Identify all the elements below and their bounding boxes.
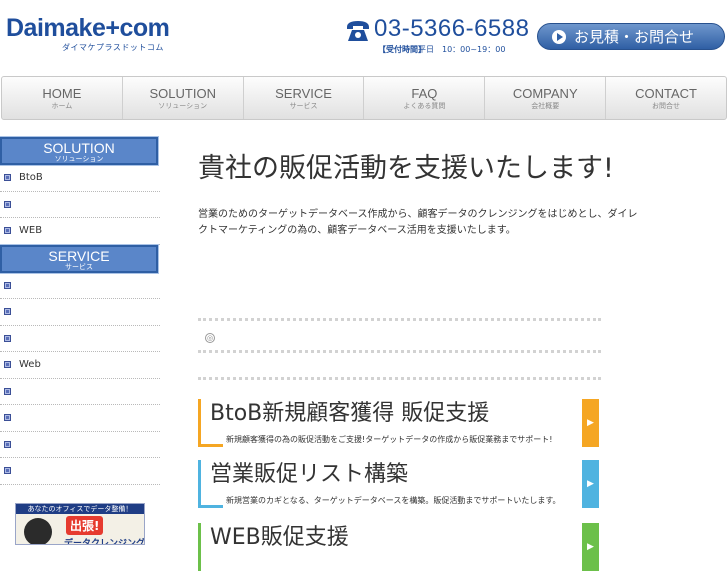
sidebar-item-service-2[interactable] bbox=[0, 299, 160, 326]
service-web[interactable]: WEB販促支援 ▶ bbox=[198, 523, 600, 571]
hours-value: 平日 10：00~19：00 bbox=[418, 45, 506, 54]
nav-faq-sublabel: よくある質問 bbox=[403, 102, 446, 110]
sidebar-service-heading-sublabel: サービス bbox=[65, 262, 93, 271]
nav-faq[interactable]: FAQ よくある質問 bbox=[364, 77, 486, 119]
site-logo[interactable]: Daimake+com ダイマケプラスドットコム bbox=[6, 14, 170, 52]
bullet-icon bbox=[4, 281, 11, 289]
bullet-icon bbox=[4, 308, 11, 316]
nav-service-label: SERVICE bbox=[275, 86, 332, 101]
sidebar-service-heading-label: SERVICE bbox=[48, 247, 110, 264]
nav-faq-label: FAQ bbox=[411, 86, 438, 101]
service-description: 新規営業のカギとなる、ターゲットデータベースを構築。販促活動までサポートいたしま… bbox=[226, 496, 561, 505]
sidebar-item-solution-2[interactable] bbox=[0, 192, 160, 218]
sidebar-item-service-web[interactable]: Web bbox=[0, 352, 160, 379]
page-title: 貴社の販促活動を支援いたします! bbox=[198, 153, 614, 184]
nav-service[interactable]: SERVICE サービス bbox=[244, 77, 365, 119]
bullet-icon bbox=[4, 440, 11, 448]
sidebar-item-service-7[interactable] bbox=[0, 432, 160, 458]
nav-home-sublabel: ホーム bbox=[51, 102, 73, 110]
sidebar-item-btob[interactable]: BtoB bbox=[0, 165, 160, 192]
divider bbox=[198, 377, 601, 380]
service-description: 新規顧客獲得の為の販促活動をご支援!ターゲットデータの作成から販促業務までサポー… bbox=[226, 435, 553, 444]
service-btob[interactable]: BtoB新規顧客獲得 販促支援 新規顧客獲得の為の販促活動をご支援!ターゲットデ… bbox=[198, 399, 600, 447]
phone-icon bbox=[347, 21, 369, 41]
service-title: 営業販促リスト構築 bbox=[210, 462, 409, 487]
play-icon bbox=[552, 29, 566, 44]
sidebar-item-service-8[interactable] bbox=[0, 458, 160, 485]
banner-subtext: データクレンジング bbox=[64, 539, 145, 545]
service-sales-list[interactable]: 営業販促リスト構築 新規営業のカギとなる、ターゲットデータベースを構築。販促活動… bbox=[198, 460, 600, 508]
sidebar-solution-heading-label: SOLUTION bbox=[43, 140, 115, 156]
service-accent-bar bbox=[198, 460, 201, 508]
divider bbox=[198, 318, 601, 321]
sidebar-service-heading[interactable]: SERVICE サービス bbox=[0, 243, 159, 274]
nav-company[interactable]: COMPANY 会社概要 bbox=[485, 77, 607, 119]
sidebar-item-service-5[interactable] bbox=[0, 379, 160, 405]
nav-contact[interactable]: CONTACT お問合せ bbox=[606, 77, 726, 119]
global-nav: HOME ホーム SOLUTION ソリューション SERVICE サービス F… bbox=[1, 76, 727, 120]
nav-company-sublabel: 会社概要 bbox=[531, 102, 560, 110]
sidebar-item-web[interactable]: WEB bbox=[0, 218, 160, 245]
bullet-icon bbox=[4, 334, 11, 342]
bullet-icon bbox=[4, 200, 11, 208]
bullet-icon bbox=[4, 414, 11, 422]
divider bbox=[198, 350, 601, 353]
sidebar-item-label: WEB bbox=[19, 225, 43, 237]
sidebar-item-label: Web bbox=[19, 359, 41, 371]
bullet-icon bbox=[4, 467, 11, 475]
banner-top-text: あなたのオフィスでデータ整備！ bbox=[16, 504, 144, 514]
nav-solution-label: SOLUTION bbox=[149, 86, 216, 101]
person-icon bbox=[24, 518, 52, 544]
sidebar-item-service-6[interactable] bbox=[0, 405, 160, 432]
phone-number[interactable]: 03-5366-6588 bbox=[374, 15, 529, 43]
logo-text: Daimake+com bbox=[6, 14, 170, 42]
sidebar-solution-heading-sublabel: ソリューション bbox=[54, 155, 104, 163]
bullet-icon bbox=[4, 361, 11, 369]
bullet-icon bbox=[4, 174, 11, 182]
bullet-icon bbox=[4, 387, 11, 395]
sidebar-item-service-1[interactable] bbox=[0, 273, 160, 299]
service-accent-foot bbox=[198, 505, 223, 508]
service-accent-bar bbox=[198, 399, 201, 447]
nav-solution-sublabel: ソリューション bbox=[158, 102, 208, 110]
contact-button-label: お見積・お問合せ bbox=[574, 28, 695, 46]
intro-text: 営業のためのターゲットデータベース作成から、顧客データのクレンジングをはじめとし… bbox=[198, 209, 638, 236]
banner-badge: 出張! bbox=[66, 516, 104, 535]
nav-contact-label: CONTACT bbox=[635, 86, 697, 101]
bullet-icon bbox=[4, 227, 11, 235]
nav-contact-sublabel: お問合せ bbox=[652, 102, 681, 110]
nav-solution[interactable]: SOLUTION ソリューション bbox=[123, 77, 244, 119]
sidebar: SOLUTION ソリューション BtoB WEB SERVICE サービス W… bbox=[0, 136, 160, 485]
service-accent-bar bbox=[198, 523, 201, 571]
nav-home-label: HOME bbox=[42, 86, 82, 101]
service-accent-foot bbox=[198, 444, 223, 447]
sidebar-solution-heading[interactable]: SOLUTION ソリューション bbox=[0, 136, 159, 166]
contact-button[interactable]: お見積・お問合せ bbox=[537, 23, 725, 50]
nav-service-sublabel: サービス bbox=[289, 102, 318, 110]
sidebar-banner[interactable]: あなたのオフィスでデータ整備！ 出張! データクレンジング bbox=[15, 503, 145, 545]
arrow-right-icon[interactable]: ▶ bbox=[582, 399, 599, 447]
service-title: BtoB新規顧客獲得 販促支援 bbox=[210, 401, 490, 426]
sidebar-item-label: BtoB bbox=[19, 172, 43, 184]
arrow-right-icon[interactable]: ▶ bbox=[582, 460, 599, 508]
nav-company-label: COMPANY bbox=[512, 86, 578, 101]
logo-subtext: ダイマケプラスドットコム bbox=[62, 43, 164, 52]
nav-home[interactable]: HOME ホーム bbox=[2, 77, 123, 119]
service-title: WEB販促支援 bbox=[210, 525, 349, 550]
arrow-right-icon[interactable]: ▶ bbox=[582, 523, 599, 571]
news-icon: ◎ bbox=[205, 333, 215, 343]
sidebar-item-service-3[interactable] bbox=[0, 326, 160, 352]
